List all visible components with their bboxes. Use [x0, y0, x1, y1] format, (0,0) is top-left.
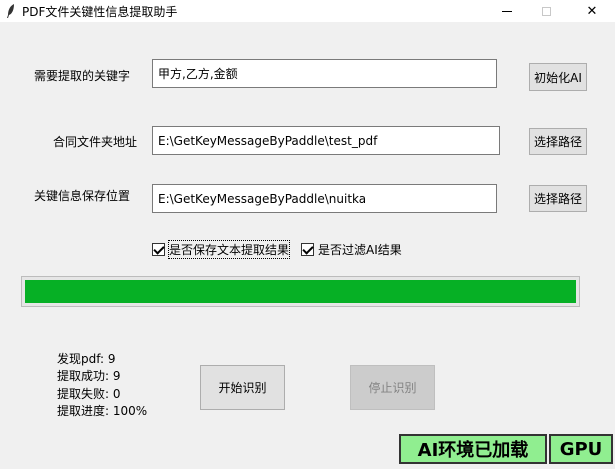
keywords-input[interactable]: 甲方,乙方,金额: [152, 59, 497, 88]
start-button[interactable]: 开始识别: [200, 365, 285, 410]
save-text-result-label: 是否保存文本提取结果: [167, 240, 291, 259]
checkbox-checked-icon[interactable]: [301, 243, 314, 256]
select-contract-path-button[interactable]: 选择路径: [529, 128, 587, 155]
save-path-value: E:\GetKeyMessageByPaddle\nuitka: [158, 191, 367, 206]
title-bar: PDF文件关键性信息提取助手 ✕: [0, 0, 615, 22]
stop-button[interactable]: 停止识别: [350, 365, 435, 410]
progress-text: 提取进度: 100%: [57, 404, 148, 418]
progress-bar: [21, 276, 580, 307]
failed-count: 提取失败: 0: [57, 387, 121, 401]
device-status: GPU: [549, 434, 613, 464]
feather-icon: [7, 4, 14, 18]
maximize-icon: [541, 6, 551, 16]
save-path-input[interactable]: E:\GetKeyMessageByPaddle\nuitka: [152, 184, 497, 213]
filter-ai-result-checkbox[interactable]: 是否过滤AI结果: [301, 241, 402, 258]
contract-path-label: 合同文件夹地址: [53, 135, 138, 149]
checkbox-checked-icon[interactable]: [152, 243, 165, 256]
keywords-label: 需要提取的关键字: [34, 69, 131, 83]
close-button[interactable]: ✕: [569, 0, 615, 22]
minimize-icon: [502, 10, 512, 12]
maximize-button[interactable]: [523, 0, 569, 22]
found-count: 发现pdf: 9: [57, 352, 116, 366]
ai-env-status: AI环境已加载: [399, 434, 547, 464]
contract-path-value: E:\GetKeyMessageByPaddle\test_pdf: [158, 133, 378, 148]
init-ai-button[interactable]: 初始化AI: [529, 63, 587, 91]
progress-bar-fill: [25, 280, 576, 303]
close-icon: ✕: [586, 3, 598, 19]
contract-path-input[interactable]: E:\GetKeyMessageByPaddle\test_pdf: [152, 126, 500, 155]
filter-ai-result-label: 是否过滤AI结果: [318, 243, 402, 257]
window-title: PDF文件关键性信息提取助手: [22, 5, 178, 19]
success-count: 提取成功: 9: [57, 369, 121, 383]
save-path-label: 关键信息保存位置: [34, 189, 131, 203]
keywords-input-value: 甲方,乙方,金额: [158, 67, 238, 81]
select-save-path-button[interactable]: 选择路径: [529, 185, 587, 212]
save-text-result-checkbox[interactable]: 是否保存文本提取结果: [152, 240, 291, 259]
